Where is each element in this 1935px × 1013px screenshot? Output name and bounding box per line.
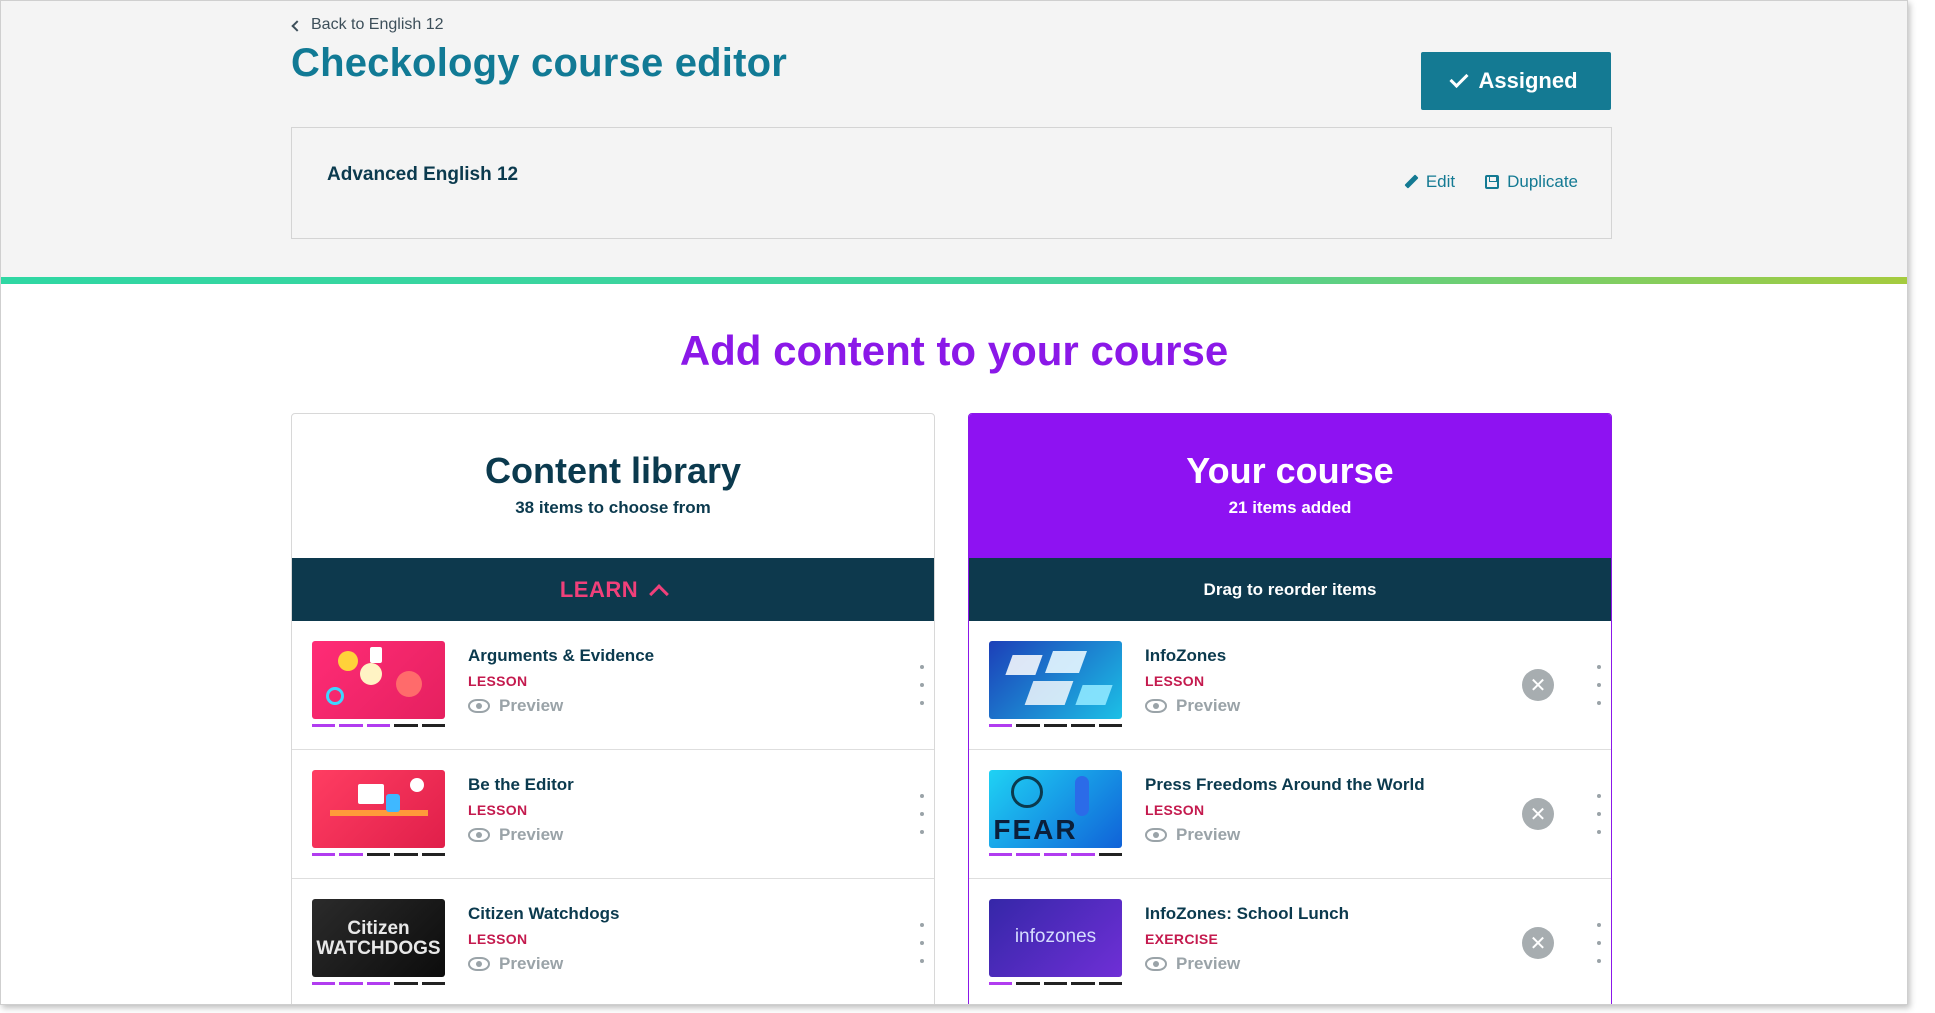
preview-link[interactable]: Preview: [468, 825, 563, 845]
library-item[interactable]: Citizen WATCHDOGS Citizen Watchdogs LESS…: [292, 879, 934, 1004]
thumbnail-text: infozones: [1014, 926, 1097, 947]
item-type: LESSON: [1145, 802, 1205, 818]
back-link[interactable]: Back to English 12: [291, 16, 444, 34]
content-library-title: Content library: [484, 450, 742, 491]
preview-label: Preview: [499, 954, 564, 973]
category-bar: LEARN: [292, 558, 934, 621]
checkmark-icon: [1449, 68, 1470, 88]
item-type: LESSON: [1145, 673, 1205, 689]
thumbnail-text: FEAR: [993, 814, 1078, 845]
remove-item-button[interactable]: ✕: [1522, 669, 1554, 701]
item-type: LESSON: [468, 931, 528, 947]
preview-link[interactable]: Preview: [1145, 954, 1240, 974]
preview-label: Preview: [499, 696, 564, 715]
content-library-header: Content library 38 items to choose from: [292, 414, 934, 558]
back-link-label: Back to English 12: [311, 16, 444, 33]
section-title: Add content to your course: [679, 327, 1229, 374]
preview-link[interactable]: Preview: [1145, 825, 1240, 845]
preview-link[interactable]: Preview: [468, 696, 563, 716]
duplicate-label: Duplicate: [1507, 172, 1578, 191]
library-item[interactable]: Arguments & Evidence LESSON Preview: [292, 621, 934, 750]
chevron-left-icon: [291, 19, 303, 32]
progress-indicator: [312, 853, 446, 856]
item-title: Citizen Watchdogs: [468, 904, 620, 923]
item-type: LESSON: [468, 673, 528, 689]
library-item[interactable]: Be the Editor LESSON Preview: [292, 750, 934, 879]
item-title: InfoZones: School Lunch: [1145, 904, 1349, 923]
item-title: Be the Editor: [468, 775, 574, 794]
assigned-button[interactable]: Assigned: [1421, 52, 1611, 110]
lesson-thumbnail: infozones: [989, 899, 1122, 977]
more-options-icon[interactable]: [1597, 665, 1601, 705]
progress-indicator: [989, 724, 1123, 727]
learn-label: LEARN: [559, 576, 639, 602]
item-type: LESSON: [468, 802, 528, 818]
thumbnail-text: Citizen WATCHDOGS: [316, 918, 441, 959]
your-course-title: Your course: [1186, 450, 1394, 491]
more-options-icon[interactable]: [1597, 923, 1601, 963]
item-title: InfoZones: [1145, 646, 1227, 665]
item-title: Arguments & Evidence: [468, 646, 655, 665]
eye-icon: [1145, 699, 1167, 713]
item-title: Press Freedoms Around the World: [1145, 775, 1425, 794]
page-title: Checkology course editor: [291, 41, 788, 85]
item-type: EXERCISE: [1145, 931, 1219, 947]
eye-icon: [1145, 828, 1167, 842]
duplicate-course-button[interactable]: Duplicate: [1485, 172, 1578, 192]
app-window: Back to English 12 Checkology course edi…: [0, 0, 1908, 1005]
lesson-thumbnail: [312, 770, 445, 848]
remove-item-button[interactable]: ✕: [1522, 927, 1554, 959]
your-course-header: Your course 21 items added: [969, 414, 1611, 558]
chevron-up-icon: [649, 584, 670, 604]
progress-indicator: [989, 853, 1123, 856]
editor-header: Back to English 12 Checkology course edi…: [1, 1, 1907, 277]
course-name: Advanced English 12: [327, 164, 519, 185]
eye-icon: [468, 828, 490, 842]
content-library-count: 38 items to choose from: [515, 498, 711, 517]
course-info-card: Advanced English 12 Edit Duplicate: [291, 127, 1612, 239]
more-options-icon[interactable]: [1597, 794, 1601, 834]
pencil-icon: [1404, 175, 1418, 189]
progress-indicator: [312, 982, 446, 985]
save-icon: [1485, 175, 1500, 189]
learn-category-toggle[interactable]: LEARN: [559, 576, 670, 604]
gradient-divider: [1, 277, 1907, 284]
preview-link[interactable]: Preview: [1145, 696, 1240, 716]
more-options-icon[interactable]: [920, 794, 924, 834]
lesson-thumbnail: [989, 641, 1122, 719]
course-item[interactable]: InfoZones LESSON Preview ✕: [969, 621, 1611, 750]
lesson-thumbnail: Citizen WATCHDOGS: [312, 899, 445, 977]
preview-label: Preview: [499, 825, 564, 844]
remove-item-button[interactable]: ✕: [1522, 798, 1554, 830]
eye-icon: [468, 699, 490, 713]
preview-label: Preview: [1176, 825, 1241, 844]
lesson-thumbnail: [312, 641, 445, 719]
your-course-panel: Your course 21 items added Drag to reord…: [968, 413, 1612, 1004]
more-options-icon[interactable]: [920, 665, 924, 705]
course-item[interactable]: FEAR Press Freedoms Around the World LES…: [969, 750, 1611, 879]
progress-indicator: [989, 982, 1123, 985]
lesson-thumbnail: FEAR: [989, 770, 1122, 848]
preview-label: Preview: [1176, 696, 1241, 715]
content-library-panel: Content library 38 items to choose from …: [291, 413, 935, 1004]
reorder-hint-bar: Drag to reorder items: [969, 558, 1611, 621]
reorder-hint: Drag to reorder items: [1203, 579, 1377, 599]
vertical-scrollbar[interactable]: [1907, 1, 1908, 1005]
your-course-count: 21 items added: [1228, 498, 1352, 517]
edit-label: Edit: [1425, 172, 1456, 191]
more-options-icon[interactable]: [920, 923, 924, 963]
edit-course-button[interactable]: Edit: [1404, 172, 1455, 192]
course-item[interactable]: infozones InfoZones: School Lunch EXERCI…: [969, 879, 1611, 1004]
preview-label: Preview: [1176, 954, 1241, 973]
eye-icon: [468, 957, 490, 971]
assigned-button-label: Assigned: [1478, 68, 1578, 93]
eye-icon: [1145, 957, 1167, 971]
course-actions: Edit Duplicate: [1404, 172, 1578, 192]
progress-indicator: [312, 724, 446, 727]
preview-link[interactable]: Preview: [468, 954, 563, 974]
